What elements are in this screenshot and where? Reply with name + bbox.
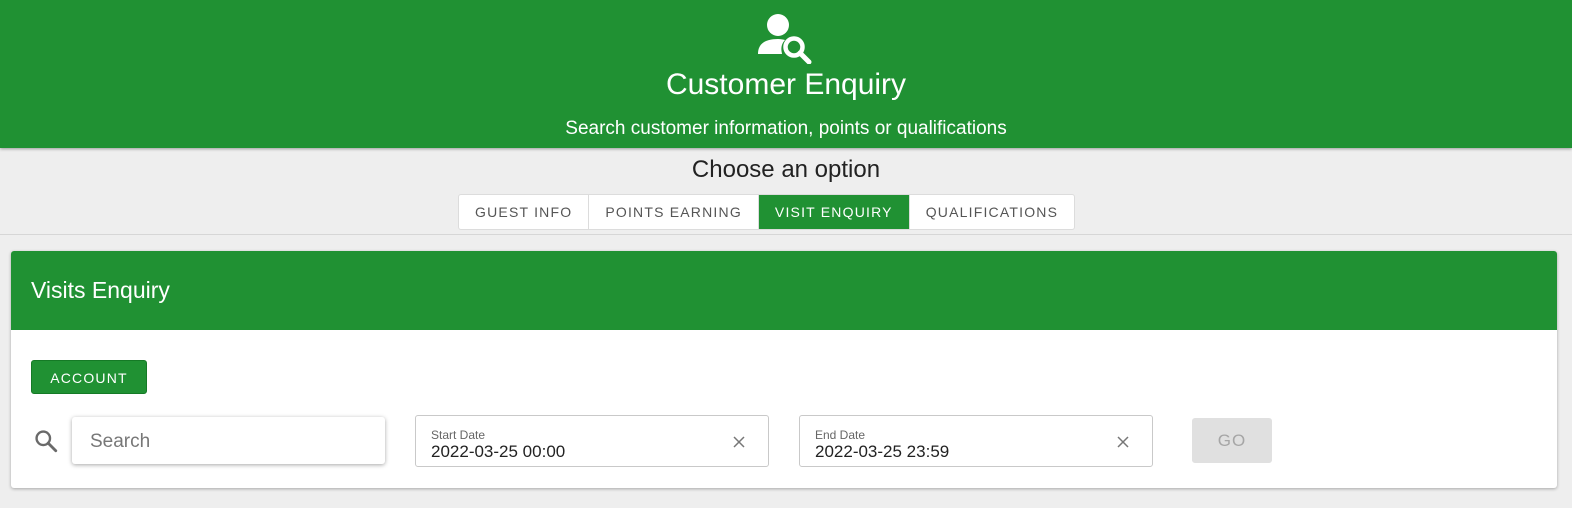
panel-title: Visits Enquiry: [31, 277, 170, 303]
user-search-icon: [758, 14, 812, 64]
search-field: [72, 417, 385, 464]
clear-start-date-icon[interactable]: [732, 435, 746, 449]
page-title: Customer Enquiry: [665, 68, 907, 101]
search-icon: [35, 430, 58, 453]
end-date-label: End Date: [815, 428, 866, 442]
option-tabs: GUEST INFO POINTS EARNING VISIT ENQUIRY …: [458, 194, 1076, 230]
go-button[interactable]: GO: [1192, 418, 1272, 463]
tab-points-earning[interactable]: POINTS EARNING: [589, 195, 759, 229]
tab-qualifications[interactable]: QUALIFICATIONS: [910, 195, 1074, 229]
start-date-value: 2022-03-25 00:00: [431, 442, 566, 461]
end-date-value: 2022-03-25 23:59: [815, 442, 950, 461]
start-date-label: Start Date: [431, 428, 486, 442]
section-divider: [0, 234, 1572, 235]
page-header: Customer Enquiry Search customer informa…: [0, 0, 1572, 148]
page-subtitle: Search customer information, points or q…: [565, 118, 1007, 139]
search-input[interactable]: [88, 427, 372, 457]
tab-visit-enquiry[interactable]: VISIT ENQUIRY: [758, 195, 910, 229]
clear-end-date-icon[interactable]: [1116, 435, 1130, 449]
tab-guest-info[interactable]: GUEST INFO: [459, 195, 590, 229]
account-button[interactable]: ACCOUNT: [31, 360, 147, 394]
choose-option-label: Choose an option: [691, 156, 881, 183]
panel-header: Visits Enquiry: [11, 251, 1557, 330]
visits-enquiry-panel: Visits Enquiry ACCOUNT Start Date 2022-0…: [11, 251, 1557, 488]
start-date-field[interactable]: Start Date 2022-03-25 00:00: [415, 415, 769, 467]
end-date-field[interactable]: End Date 2022-03-25 23:59: [799, 415, 1153, 467]
